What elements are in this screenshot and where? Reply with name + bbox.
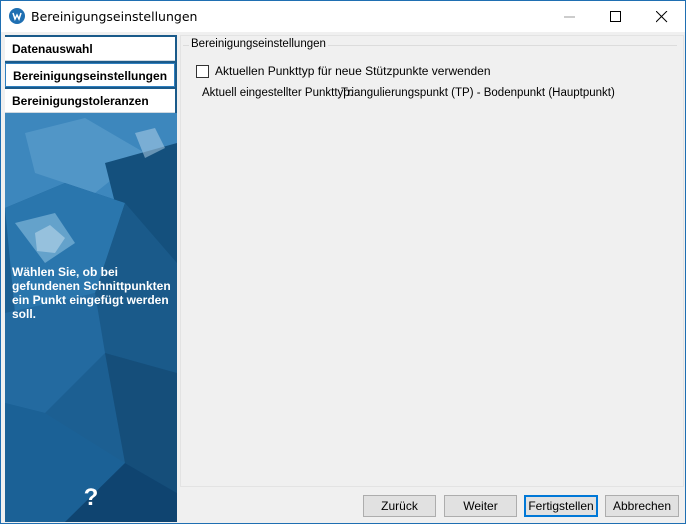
cancel-button[interactable]: Abbrechen	[605, 495, 679, 517]
step-description: Wählen Sie, ob bei gefundenen Schnittpun…	[12, 265, 171, 321]
use-current-pointtype-checkbox[interactable]	[196, 65, 209, 78]
sidebar-item-datenauswahl[interactable]: Datenauswahl	[5, 37, 175, 61]
current-pointtype-value: Triangulierungspunkt (TP) - Bodenpunkt (…	[341, 87, 615, 99]
minimize-icon	[564, 16, 575, 18]
window-title: Bereinigungseinstellungen	[31, 9, 198, 24]
finish-button[interactable]: Fertigstellen	[524, 495, 598, 517]
maximize-icon	[610, 11, 621, 22]
settings-group: Bereinigungseinstellungen Aktuellen Punk…	[181, 36, 681, 484]
back-button[interactable]: Zurück	[363, 495, 436, 517]
main-panel: Bereinigungseinstellungen Aktuellen Punk…	[180, 35, 684, 487]
group-title: Bereinigungseinstellungen	[189, 38, 328, 50]
close-icon	[656, 11, 668, 23]
title-bar: Bereinigungseinstellungen	[1, 1, 685, 33]
sidebar-item-bereinigungseinstellungen[interactable]: Bereinigungseinstellungen	[5, 63, 175, 87]
close-button[interactable]	[639, 1, 685, 32]
current-pointtype-label: Aktuell eingestellter Punkttyp:	[202, 87, 353, 99]
sidebar-item-bereinigungstoleranzen[interactable]: Bereinigungstoleranzen	[5, 89, 175, 113]
use-current-pointtype-label[interactable]: Aktuellen Punkttyp für neue Stützpunkte …	[215, 64, 491, 78]
app-icon	[9, 8, 25, 24]
help-icon[interactable]: ?	[81, 485, 101, 511]
maximize-button[interactable]	[593, 1, 639, 32]
wizard-window: Bereinigungseinstellungen Datenauswahl B…	[0, 0, 686, 524]
minimize-button[interactable]	[547, 1, 593, 32]
wizard-sidebar: Datenauswahl Bereinigungseinstellungen B…	[5, 35, 177, 522]
next-button[interactable]: Weiter	[444, 495, 517, 517]
